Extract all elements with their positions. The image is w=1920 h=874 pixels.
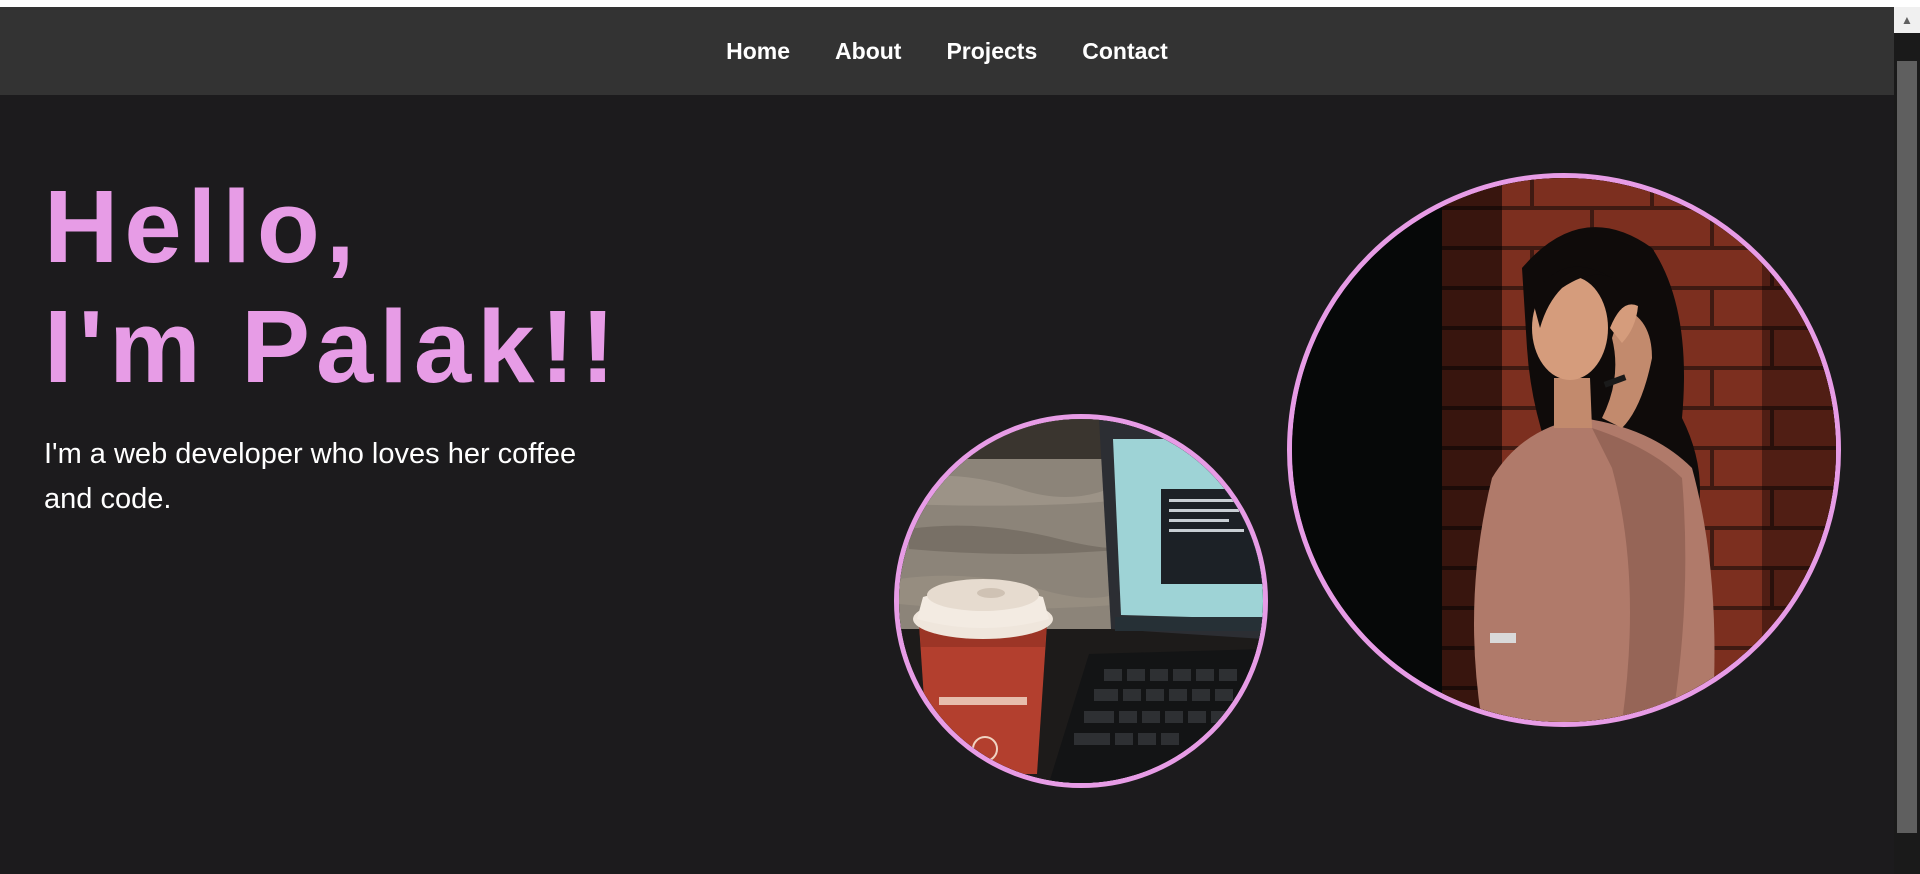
hero-title-line2: I'm Palak!! — [44, 289, 622, 404]
nav-link-home[interactable]: Home — [726, 38, 790, 65]
coffee-laptop-illustration — [899, 419, 1263, 783]
nav-link-about[interactable]: About — [835, 38, 901, 65]
navbar: Home About Projects Contact — [0, 7, 1894, 95]
chevron-up-icon[interactable]: ▲ — [1894, 7, 1920, 33]
page-viewport: Home About Projects Contact Hello, I'm P… — [0, 7, 1894, 874]
hero-title: Hello, I'm Palak!! — [44, 167, 621, 407]
vertical-scrollbar[interactable]: ▲ — [1894, 7, 1920, 874]
scrollbar-thumb[interactable] — [1897, 61, 1917, 833]
hero-subtitle: I'm a web developer who loves her coffee… — [44, 438, 577, 515]
scrollbar-track[interactable] — [1894, 33, 1920, 874]
hero-title-line1: Hello, — [44, 169, 361, 284]
portrait-illustration — [1292, 178, 1836, 722]
coffee-laptop-photo — [894, 414, 1268, 788]
nav-link-projects[interactable]: Projects — [946, 38, 1037, 65]
portrait-photo — [1287, 173, 1841, 727]
nav-link-contact[interactable]: Contact — [1082, 38, 1168, 65]
